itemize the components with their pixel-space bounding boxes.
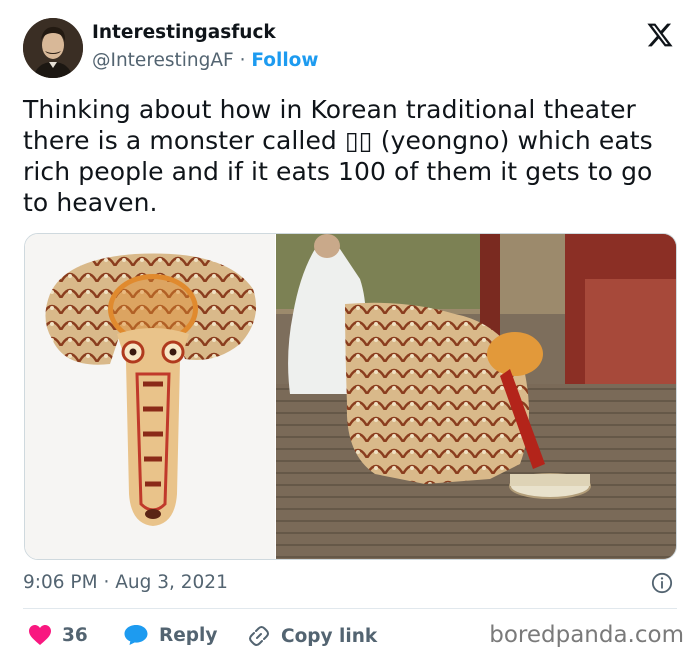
copy-link-label: Copy link (281, 625, 378, 647)
tweet-date: Aug 3, 2021 (115, 572, 228, 593)
author-handle-row: @InterestingAF · Follow (92, 50, 318, 71)
tweet-text: Thinking about how in Korean traditional… (23, 95, 653, 217)
yeongno-mask-photo (25, 234, 275, 559)
timestamp-separator: · (103, 572, 110, 593)
reply-label: Reply (159, 624, 218, 646)
like-count: 36 (62, 624, 88, 646)
like-button[interactable]: 36 (28, 624, 88, 646)
portrait-avatar-icon (23, 18, 83, 78)
tweet-timestamp[interactable]: 9:06 PM · Aug 3, 2021 (23, 572, 228, 593)
tweet-time: 9:06 PM (23, 572, 98, 593)
tweet-media[interactable] (24, 233, 677, 560)
speech-bubble-icon (124, 625, 148, 645)
watermark: boredpanda.com (489, 622, 684, 648)
copy-link-button[interactable]: Copy link (247, 624, 377, 648)
reply-button[interactable]: Reply (123, 624, 217, 646)
author-avatar[interactable] (23, 18, 83, 78)
heart-icon (29, 625, 51, 645)
yeongno-performance-photo (276, 234, 676, 559)
info-icon[interactable] (651, 572, 673, 594)
author-name[interactable]: Interestingasfuck (92, 22, 276, 43)
x-logo-icon[interactable] (646, 21, 674, 49)
author-handle[interactable]: @InterestingAF (92, 50, 234, 71)
follow-button[interactable]: Follow (251, 50, 318, 71)
handle-separator: · (239, 50, 246, 71)
divider (23, 608, 677, 609)
link-icon (249, 626, 269, 646)
